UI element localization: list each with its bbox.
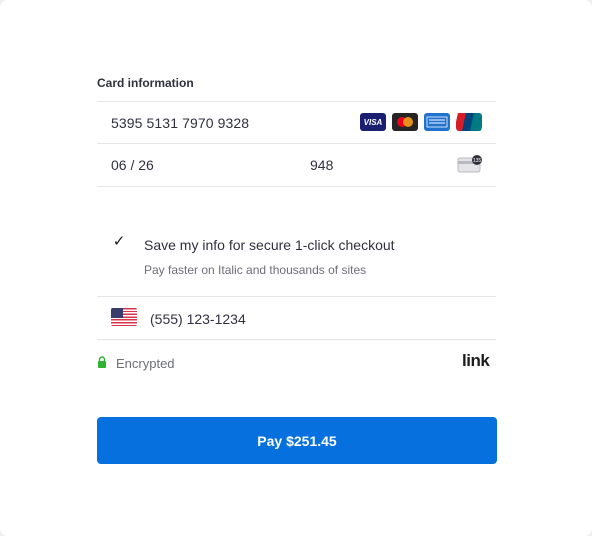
save-info-checkbox[interactable]: ✓ — [111, 234, 127, 250]
unionpay-icon — [456, 113, 482, 131]
pay-button[interactable]: Pay $251.45 — [97, 417, 497, 464]
payment-panel: Card information 5395 5131 7970 9328 VIS… — [0, 0, 592, 536]
encrypted-label: Encrypted — [116, 356, 175, 371]
expiry-date-field[interactable]: 06 / 26 — [111, 157, 154, 173]
save-info-label[interactable]: Save my info for secure 1-click checkout — [144, 237, 395, 253]
save-info-subtext: Pay faster on Italic and thousands of si… — [144, 263, 367, 277]
card-brand-icons: VISA — [360, 113, 482, 131]
phone-number-field[interactable]: (555) 123-1234 — [150, 311, 246, 327]
card-row-divider — [97, 143, 496, 144]
amex-icon — [424, 113, 450, 131]
card-information-label: Card information — [97, 76, 194, 90]
cvc-icon-text: 135 — [473, 158, 482, 164]
link-logo: link — [462, 351, 490, 370]
visa-icon: VISA — [360, 113, 386, 131]
cvc-card-icon: 135 — [457, 155, 482, 173]
lock-icon — [98, 356, 106, 368]
mastercard-icon — [392, 113, 418, 131]
us-flag-icon[interactable] — [111, 308, 137, 326]
cvc-field[interactable]: 948 — [310, 157, 333, 173]
card-number-field[interactable]: 5395 5131 7970 9328 — [111, 115, 249, 131]
